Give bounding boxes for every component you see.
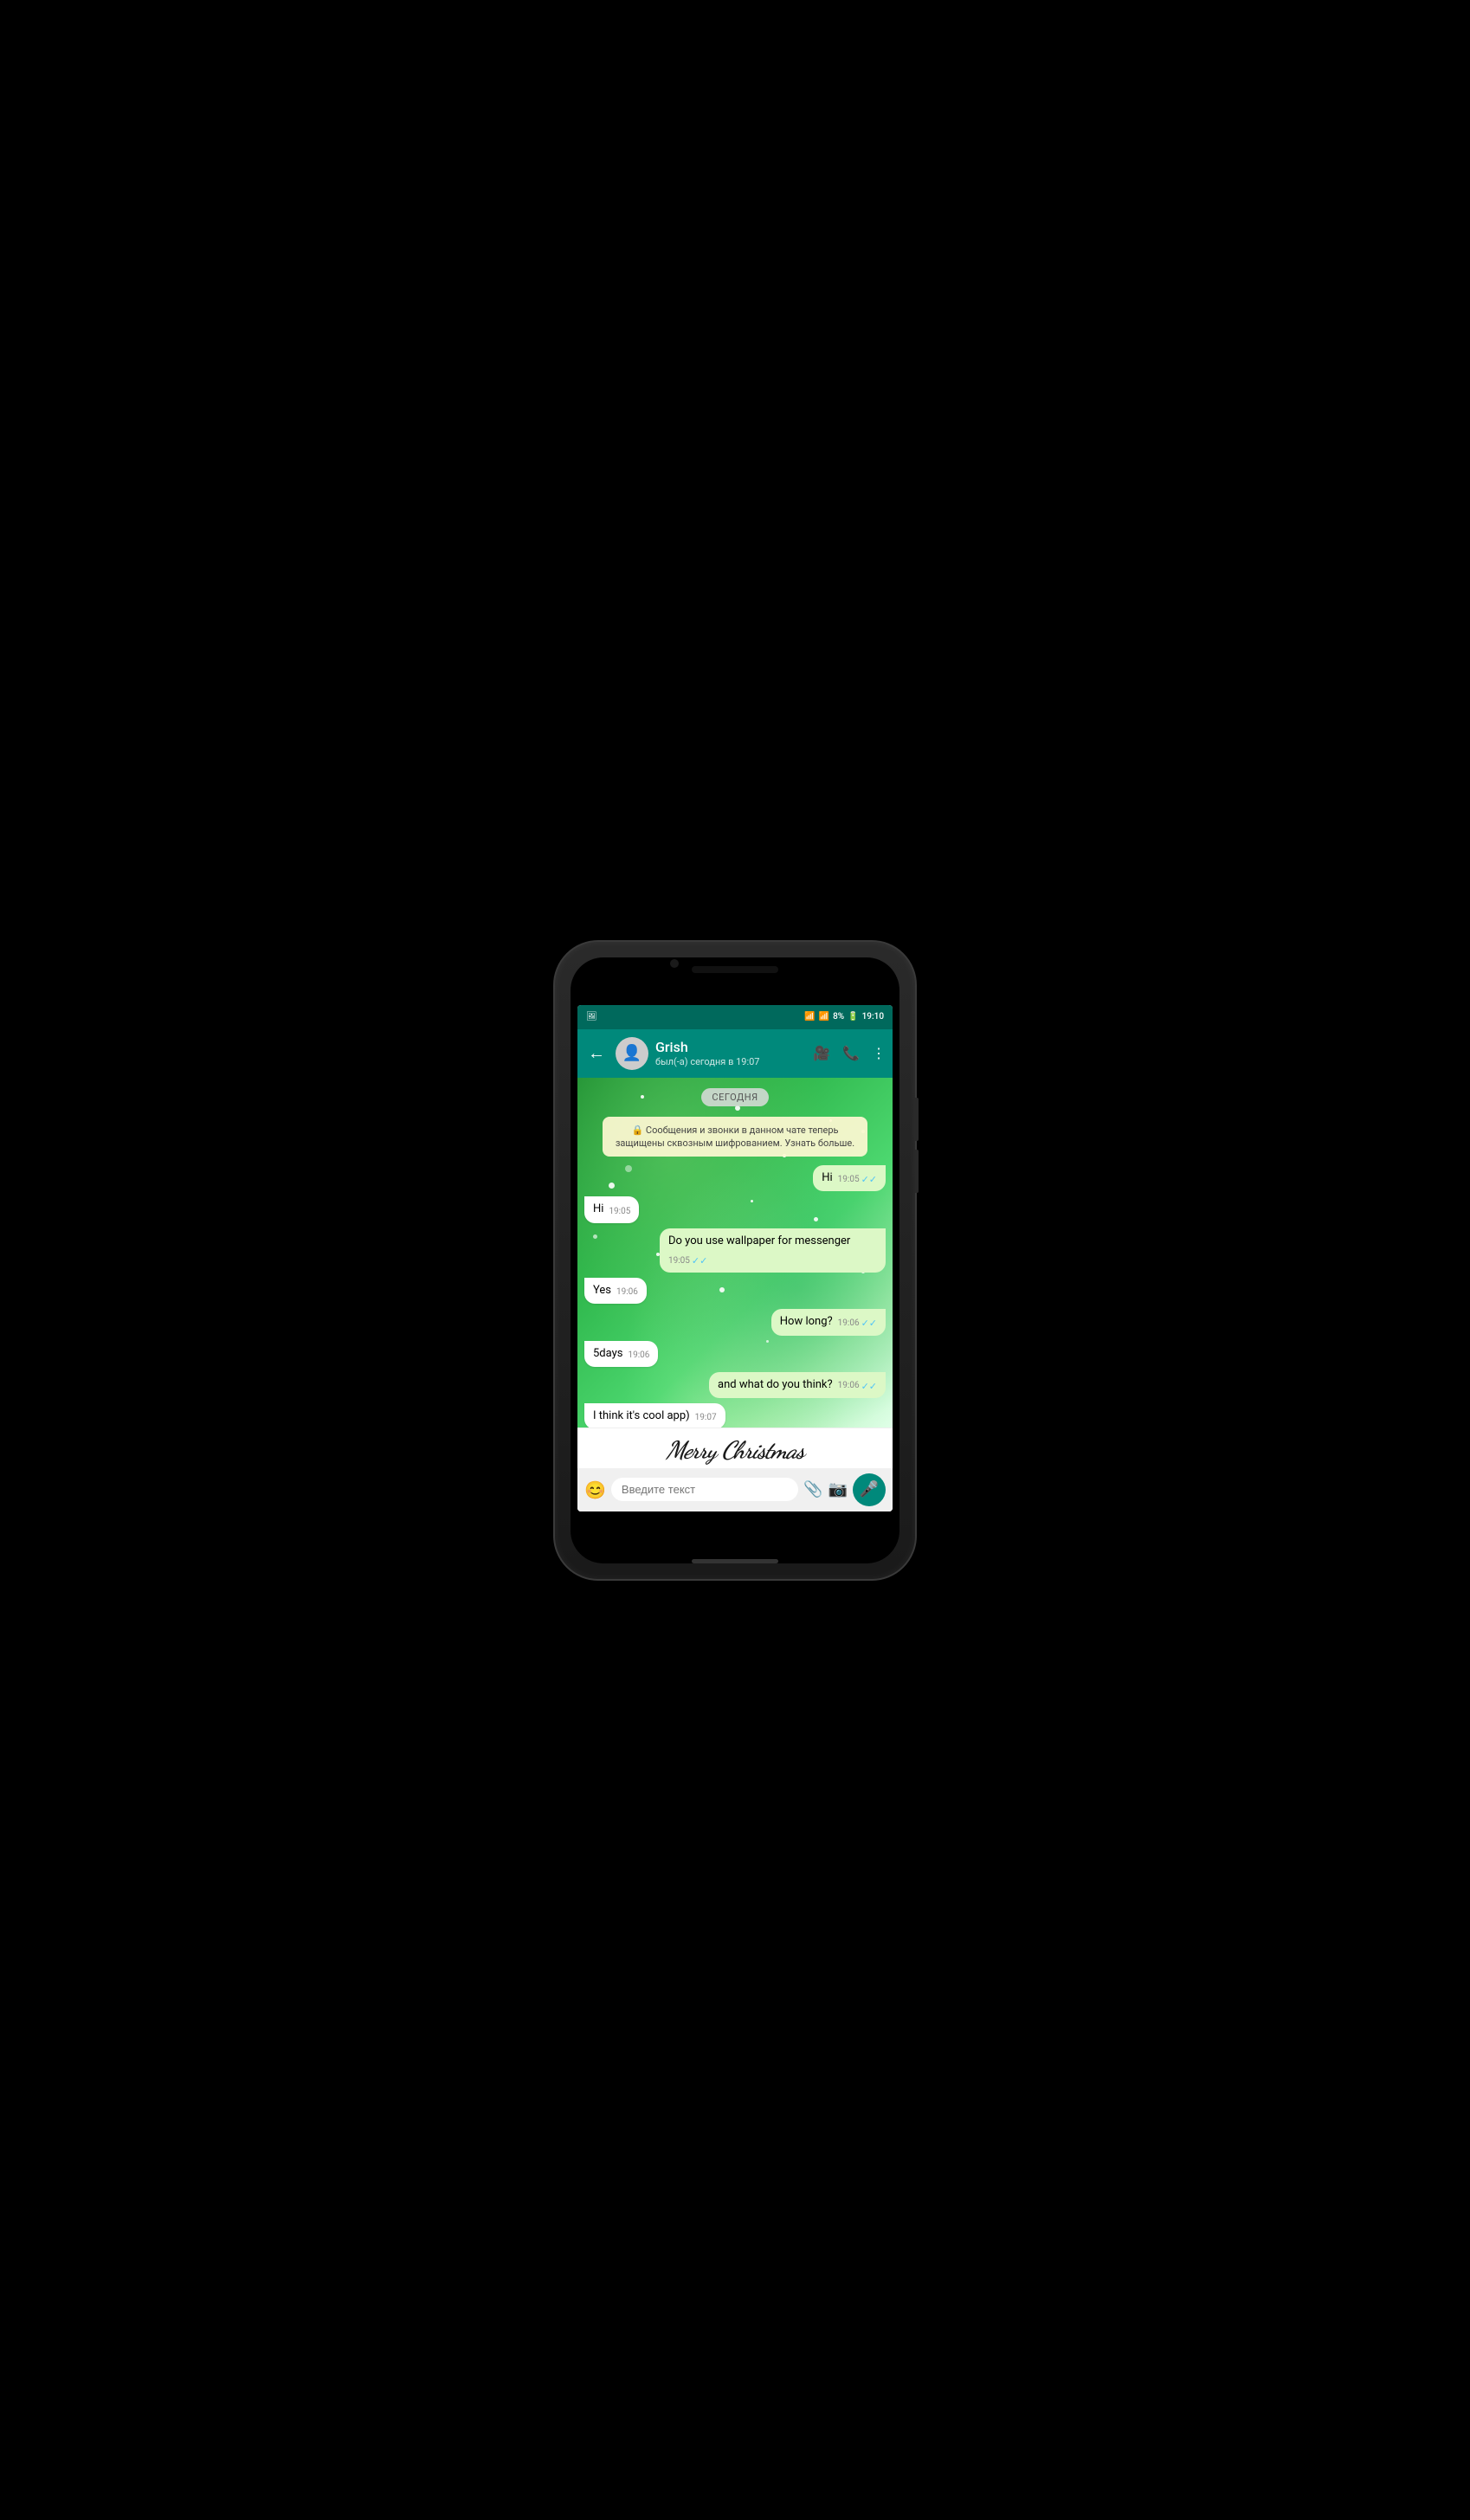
bubble-meta-6: 19:06 (628, 1350, 649, 1362)
mic-icon: 🎤 (860, 1480, 879, 1498)
phone-device: 🖼 📶 📶 8% 🔋 19:10 ← 👤 Grish был( (553, 940, 917, 1581)
avatar: 👤 (616, 1037, 648, 1070)
battery-icon: 🔋 (848, 1012, 858, 1022)
camera-button[interactable]: 📷 (828, 1480, 848, 1498)
status-right: 📶 📶 8% 🔋 19:10 (804, 1012, 884, 1022)
message-row-2: Hi 19:05 (584, 1196, 886, 1222)
contact-status: был(-а) сегодня в 19:07 (655, 1056, 806, 1067)
attach-button[interactable]: 📎 (803, 1480, 822, 1498)
message-row-5: How long? 19:06 ✓✓ (584, 1309, 886, 1335)
battery-percent: 8% (833, 1012, 844, 1022)
bubble-received-2: Hi 19:05 (584, 1196, 639, 1222)
tick-7: ✓✓ (861, 1380, 877, 1393)
contact-info[interactable]: Grish был(-а) сегодня в 19:07 (655, 1039, 806, 1067)
input-row: 😊 📎 📷 🎤 (577, 1468, 893, 1511)
contact-name: Grish (655, 1039, 806, 1055)
emoji-button[interactable]: 😊 (584, 1479, 606, 1500)
bubble-text-4: Yes (593, 1283, 611, 1299)
bubble-time-5: 19:06 (838, 1318, 860, 1330)
tick-3: ✓✓ (692, 1254, 707, 1267)
signal-icon: 📶 (819, 1012, 829, 1022)
bubble-meta-4: 19:06 (616, 1286, 638, 1299)
bubble-content-2: Hi 19:05 (593, 1202, 630, 1217)
bubble-received-6: 5days 19:06 (584, 1341, 658, 1367)
message-row-1: Hi 19:05 ✓✓ (584, 1165, 886, 1191)
back-button[interactable]: ← (584, 1039, 609, 1067)
bubble-content-4: Yes 19:06 (593, 1283, 638, 1299)
bubble-time-8: 19:07 (695, 1412, 717, 1424)
bubble-meta-1: 19:05 ✓✓ (838, 1173, 877, 1186)
more-options-button[interactable]: ⋮ (872, 1045, 886, 1061)
xmas-image: Merry Christmas (577, 1428, 893, 1468)
bubble-content-5: How long? 19:06 ✓✓ (780, 1314, 877, 1330)
status-left: 🖼 (586, 1012, 597, 1022)
bubble-time-4: 19:06 (616, 1286, 638, 1299)
tick-1: ✓✓ (861, 1173, 877, 1186)
message-row-4: Yes 19:06 (584, 1278, 886, 1304)
bubble-text-8: I think it's cool app) (593, 1408, 690, 1424)
bottom-area: Merry Christmas 😊 📎 📷 🎤 (577, 1428, 893, 1511)
bubble-time-6: 19:06 (628, 1350, 649, 1362)
bubble-sent-1: Hi 19:05 ✓✓ (813, 1165, 886, 1191)
bubble-content-8: I think it's cool app) 19:07 (593, 1408, 717, 1424)
app-screen: 🖼 📶 📶 8% 🔋 19:10 ← 👤 Grish был( (577, 1005, 893, 1511)
bubble-text-2: Hi (593, 1202, 603, 1217)
bubble-time-2: 19:05 (609, 1206, 630, 1218)
bubble-text-7: and what do you think? (718, 1377, 833, 1393)
bubble-sent-3: Do you use wallpaper for messenger 19:05… (660, 1228, 886, 1273)
bubble-time-1: 19:05 (838, 1174, 860, 1186)
bubble-received-8: I think it's cool app) 19:07 (584, 1403, 725, 1428)
app-bar-actions: 🎥 📞 ⋮ (813, 1045, 886, 1061)
clock: 19:10 (862, 1012, 884, 1022)
messages-container: СЕГОДНЯ 🔒 Сообщения и звонки в данном ча… (577, 1078, 893, 1428)
volume-down-button[interactable] (915, 1150, 919, 1193)
bubble-time-3: 19:05 (668, 1255, 690, 1267)
bubble-meta-2: 19:05 (609, 1206, 630, 1218)
bubble-content-3: Do you use wallpaper for messenger 19:05… (668, 1234, 877, 1268)
bubble-text-1: Hi (822, 1170, 832, 1186)
message-row-7: and what do you think? 19:06 ✓✓ (584, 1372, 886, 1398)
chat-area: СЕГОДНЯ 🔒 Сообщения и звонки в данном ча… (577, 1078, 893, 1428)
bubble-text-5: How long? (780, 1314, 833, 1330)
bubble-sent-5: How long? 19:06 ✓✓ (771, 1309, 886, 1335)
message-row-3: Do you use wallpaper for messenger 19:05… (584, 1228, 886, 1273)
message-row-8: I think it's cool app) 19:07 (584, 1403, 886, 1428)
message-input[interactable] (611, 1478, 798, 1501)
wifi-icon: 📶 (804, 1012, 815, 1022)
bubble-received-4: Yes 19:06 (584, 1278, 647, 1304)
bubble-meta-8: 19:07 (695, 1412, 717, 1424)
message-row-6: 5days 19:06 (584, 1341, 886, 1367)
bubble-meta-3: 19:05 ✓✓ (668, 1254, 707, 1267)
tick-5: ✓✓ (861, 1317, 877, 1330)
bubble-content-7: and what do you think? 19:06 ✓✓ (718, 1377, 877, 1393)
volume-up-button[interactable] (915, 1098, 919, 1141)
status-bar: 🖼 📶 📶 8% 🔋 19:10 (577, 1005, 893, 1029)
bubble-text-6: 5days (593, 1346, 622, 1362)
bubble-content-6: 5days 19:06 (593, 1346, 649, 1362)
bubble-meta-5: 19:06 ✓✓ (838, 1317, 877, 1330)
phone-screen: 🖼 📶 📶 8% 🔋 19:10 ← 👤 Grish был( (571, 957, 899, 1563)
video-call-button[interactable]: 🎥 (813, 1045, 830, 1061)
bubble-sent-7: and what do you think? 19:06 ✓✓ (709, 1372, 886, 1398)
front-camera (670, 959, 679, 968)
voice-call-button[interactable]: 📞 (842, 1045, 860, 1061)
bubble-time-7: 19:06 (838, 1380, 860, 1392)
earpiece-speaker (692, 966, 778, 973)
mic-button[interactable]: 🎤 (853, 1473, 886, 1506)
app-bar: ← 👤 Grish был(-а) сегодня в 19:07 🎥 📞 ⋮ (577, 1029, 893, 1078)
bubble-content-1: Hi 19:05 ✓✓ (822, 1170, 877, 1186)
notification-icon: 🖼 (586, 1012, 597, 1022)
avatar-icon: 👤 (622, 1044, 642, 1062)
home-button[interactable] (692, 1559, 778, 1563)
date-badge: СЕГОДНЯ (701, 1088, 768, 1106)
bubble-meta-7: 19:06 ✓✓ (838, 1380, 877, 1393)
info-message: 🔒 Сообщения и звонки в данном чате тепер… (603, 1117, 867, 1157)
bubble-text-3: Do you use wallpaper for messenger (668, 1234, 850, 1249)
